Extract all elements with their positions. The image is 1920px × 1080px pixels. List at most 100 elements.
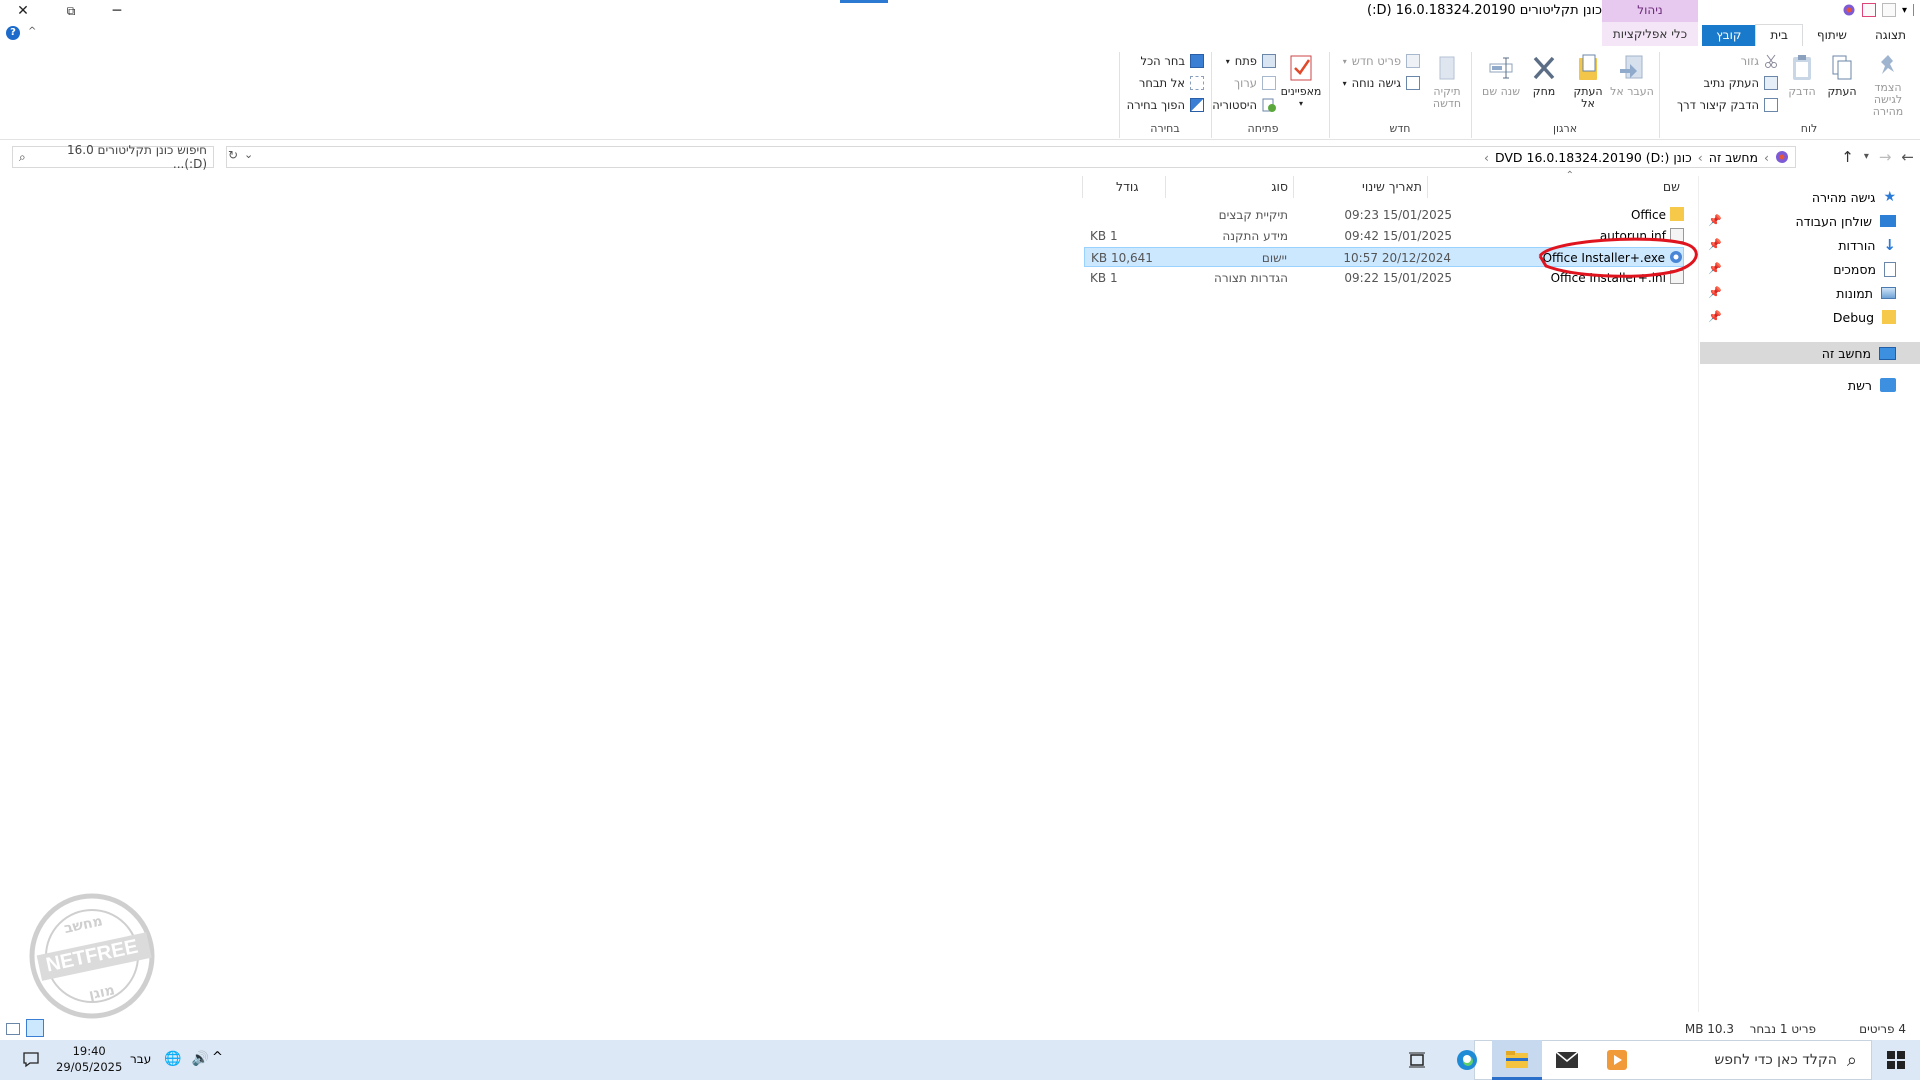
taskbar-edge[interactable] — [1442, 1040, 1492, 1080]
tab-home[interactable]: בית — [1755, 24, 1803, 46]
pin-quick-access-button[interactable]: הצמד לגישה מהירה — [1862, 52, 1914, 118]
ribbon-tabs: קובץ בית שיתוף תצוגה — [1702, 22, 1920, 46]
search-icon: ⌕ — [19, 149, 26, 164]
edit-button[interactable]: ערוך — [1234, 74, 1276, 92]
column-name[interactable]: שם — [1663, 179, 1680, 194]
select-group-label: בחירה — [1150, 122, 1180, 135]
breadcrumb-separator: › — [1697, 149, 1703, 165]
new-folder-button[interactable]: תיקיה חדשה — [1426, 52, 1468, 118]
folder-icon — [1882, 310, 1896, 324]
clipboard-group-label: לוח — [1800, 122, 1818, 135]
restore-button[interactable]: ⧉ — [48, 0, 94, 22]
large-icons-view-icon[interactable] — [26, 1019, 44, 1037]
help-icon[interactable]: ? — [6, 26, 20, 40]
select-none-button[interactable]: אל תבחר — [1139, 74, 1204, 92]
properties-label: מאפיינים — [1280, 85, 1322, 98]
column-date[interactable]: תאריך שינוי — [1362, 179, 1422, 194]
nav-this-pc[interactable]: מחשב זה — [1700, 342, 1920, 364]
paste-shortcut-button[interactable]: הדבק קיצור דרך — [1677, 96, 1778, 114]
notifications-icon[interactable] — [22, 1050, 40, 1071]
select-none-label: אל תבחר — [1138, 76, 1185, 90]
invert-selection-button[interactable]: הפוך בחירה — [1127, 96, 1204, 114]
network-icon[interactable]: 🌐 — [164, 1051, 181, 1067]
forward-icon[interactable]: → — [1879, 148, 1892, 166]
taskbar-file-explorer[interactable] — [1492, 1040, 1542, 1080]
column-separator — [1165, 176, 1166, 198]
pane-divider — [1698, 176, 1699, 1012]
clock-time: 19:40 — [72, 1044, 106, 1058]
tab-file[interactable]: קובץ — [1702, 25, 1756, 46]
open-button[interactable]: פתח ▾ — [1226, 52, 1276, 70]
nav-documents[interactable]: מסמכים 📌 — [1700, 258, 1920, 280]
address-dropdown-icon[interactable]: ⌄ — [244, 148, 253, 161]
nav-label: מחשב זה — [1821, 345, 1871, 361]
pinned-icon: 📌 — [1708, 286, 1722, 299]
taskbar-mail[interactable] — [1542, 1040, 1592, 1080]
clock[interactable]: 19:40 29/05/2025 — [56, 1043, 122, 1075]
cut-button[interactable]: גזור — [1741, 52, 1778, 70]
address-bar[interactable]: › מחשב זה › כונן DVD 16.0.18324.20190 (D… — [226, 146, 1796, 168]
copy-to-icon — [1573, 52, 1603, 84]
copy-label: העתק — [1827, 85, 1857, 98]
new-item-button[interactable]: פריט חדש ▾ — [1343, 52, 1420, 70]
column-type[interactable]: סוג — [1271, 179, 1288, 194]
file-row[interactable]: Office 15/01/2025 09:23 תיקיית קבצים — [1084, 205, 1684, 225]
delete-label: מחק — [1532, 85, 1556, 98]
tab-app-tools[interactable]: כלי אפליקציות — [1602, 22, 1698, 46]
annotation-circle — [1538, 237, 1698, 278]
properties-button[interactable]: מאפיינים ▾ — [1278, 52, 1324, 118]
details-view-icon[interactable] — [6, 1023, 20, 1035]
new-folder-qat-icon[interactable] — [1881, 3, 1896, 17]
up-icon[interactable]: ↑ — [1841, 148, 1854, 166]
move-to-button[interactable]: העבר אל — [1610, 52, 1654, 118]
select-all-button[interactable]: בחר הכל — [1141, 52, 1204, 70]
nav-downloads[interactable]: ↓ הורדות 📌 — [1700, 234, 1920, 256]
rename-button[interactable]: שנה שם — [1480, 52, 1522, 118]
delete-button[interactable]: מחק — [1524, 52, 1564, 118]
history-button[interactable]: היסטוריה — [1212, 96, 1276, 114]
breadcrumb-this-pc[interactable]: מחשב זה — [1709, 150, 1758, 165]
ribbon: הצמד לגישה מהירה העתק הדבק גזור העתק נתי… — [0, 46, 1920, 140]
task-view-icon — [1409, 1052, 1425, 1068]
properties-qat-icon[interactable] — [1861, 3, 1876, 17]
file-type: הגדרות תצורה — [1214, 271, 1288, 285]
selected-count: פריט 1 נבחר — [1749, 1022, 1816, 1036]
app-icon[interactable] — [1842, 3, 1856, 17]
copy-button[interactable]: העתק — [1822, 52, 1862, 118]
search-placeholder: חיפוש כונן תקליטורים 16.0 (D:)... — [66, 143, 207, 171]
easy-access-button[interactable]: גישה נוחה ▾ — [1343, 74, 1420, 92]
copy-to-button[interactable]: העתק אל — [1566, 52, 1610, 118]
breadcrumb-drive[interactable]: כונן DVD 16.0.18324.20190 (D:) — [1495, 150, 1692, 165]
column-size[interactable]: גודל — [1116, 179, 1139, 194]
show-hidden-icons-icon[interactable]: ^ — [212, 1050, 223, 1065]
tab-share[interactable]: שיתוף — [1803, 25, 1861, 46]
watermark-middle: NETFREE — [44, 936, 140, 977]
volume-icon[interactable]: 🔊 — [191, 1051, 208, 1067]
task-view-button[interactable] — [1392, 1040, 1442, 1080]
nav-label: רשת — [1847, 377, 1872, 393]
search-input[interactable]: חיפוש כונן תקליטורים 16.0 (D:)... ⌕ — [12, 143, 214, 171]
edit-icon — [1262, 76, 1276, 90]
refresh-icon[interactable]: ↻ — [228, 148, 238, 162]
back-icon[interactable]: ← — [1901, 148, 1914, 166]
context-group-label: ניהול — [1602, 0, 1698, 22]
start-button[interactable] — [1872, 1040, 1920, 1080]
recent-locations-icon[interactable]: ▾ — [1864, 151, 1869, 166]
tab-view[interactable]: תצוגה — [1861, 25, 1920, 46]
nav-pictures[interactable]: תמונות 📌 — [1700, 282, 1920, 304]
taskbar-media-player[interactable] — [1592, 1040, 1642, 1080]
copy-path-button[interactable]: העתק נתיב — [1704, 74, 1778, 92]
taskbar: ⌕ הקלד כאן כדי לחפש 🌐 🔊 ^ עבר 19:40 29/0… — [0, 1040, 1920, 1080]
nav-desktop[interactable]: שולחן העבודה 📌 — [1700, 210, 1920, 232]
qat-dropdown-icon[interactable]: ▾ — [1902, 5, 1907, 16]
language-indicator[interactable]: עבר — [130, 1052, 151, 1066]
nav-quick-access[interactable]: ★ גישה מהירה — [1700, 186, 1920, 208]
collapse-ribbon-icon[interactable]: ^ — [28, 26, 36, 37]
qat-separator — [1913, 4, 1914, 16]
paste-button[interactable]: הדבק — [1782, 52, 1822, 118]
close-button[interactable]: ✕ — [0, 0, 46, 22]
nav-network[interactable]: רשת — [1700, 374, 1920, 396]
minimize-button[interactable]: ─ — [94, 0, 140, 22]
move-to-icon — [1617, 52, 1647, 84]
nav-debug[interactable]: Debug 📌 — [1700, 306, 1920, 328]
